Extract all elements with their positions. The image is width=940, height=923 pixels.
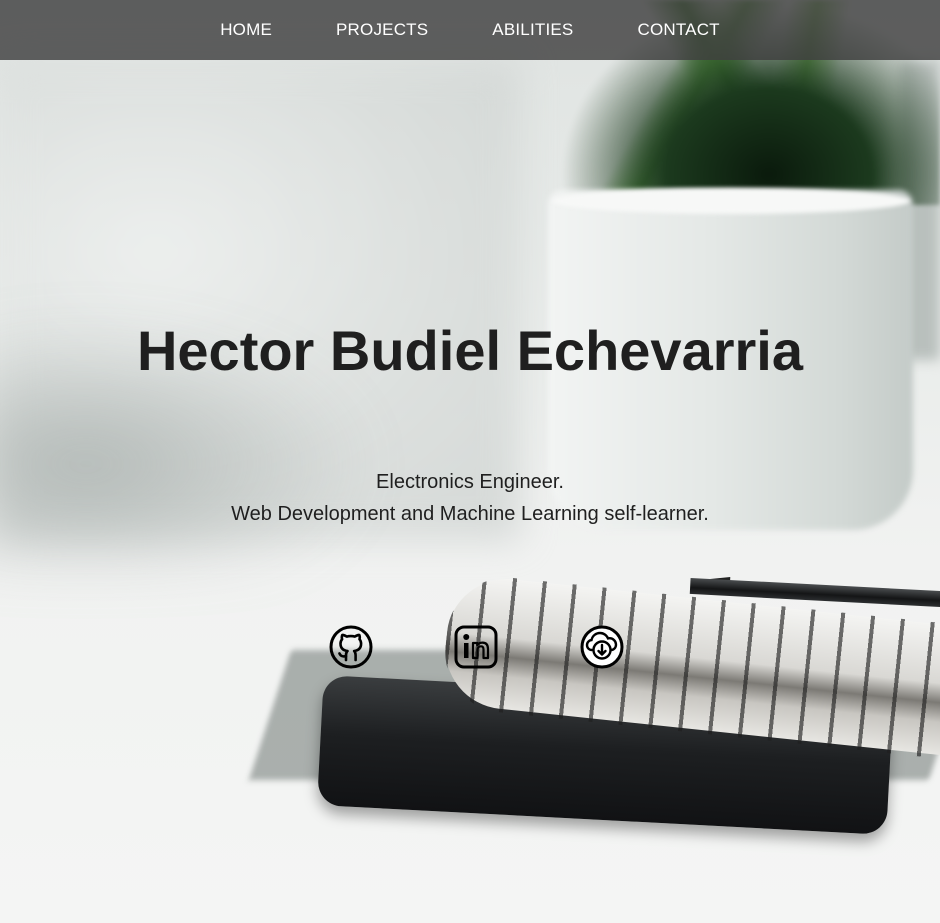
linkedin-link[interactable]	[454, 625, 498, 669]
github-link[interactable]	[329, 625, 373, 669]
nav-list: HOME PROJECTS ABILITIES CONTACT	[220, 20, 720, 40]
nav-item-home: HOME	[220, 20, 272, 40]
hero-tagline: Electronics Engineer. Web Development an…	[0, 466, 940, 530]
download-cv-link[interactable]	[580, 625, 624, 669]
nav-item-contact: CONTACT	[637, 20, 719, 40]
hero-tagline-line1: Electronics Engineer.	[376, 471, 564, 493]
hero-content: Hector Budiel Echevarria Electronics Eng…	[0, 0, 940, 923]
hero-name: Hector Budiel Echevarria	[136, 319, 804, 382]
nav-link-home[interactable]: HOME	[220, 20, 272, 39]
linkedin-icon	[454, 625, 498, 669]
hero-tagline-line2: Web Development and Machine Learning sel…	[231, 503, 709, 525]
social-links	[0, 625, 940, 671]
nav-item-abilities: ABILITIES	[492, 20, 573, 40]
nav-item-projects: PROJECTS	[336, 20, 428, 40]
top-navbar: HOME PROJECTS ABILITIES CONTACT	[0, 0, 940, 60]
nav-link-projects[interactable]: PROJECTS	[336, 20, 428, 39]
nav-link-contact[interactable]: CONTACT	[637, 20, 719, 39]
github-icon	[329, 625, 373, 669]
download-cv-icon	[580, 625, 624, 669]
hero-section: HOME PROJECTS ABILITIES CONTACT Hector B…	[0, 0, 940, 923]
nav-link-abilities[interactable]: ABILITIES	[492, 20, 573, 39]
